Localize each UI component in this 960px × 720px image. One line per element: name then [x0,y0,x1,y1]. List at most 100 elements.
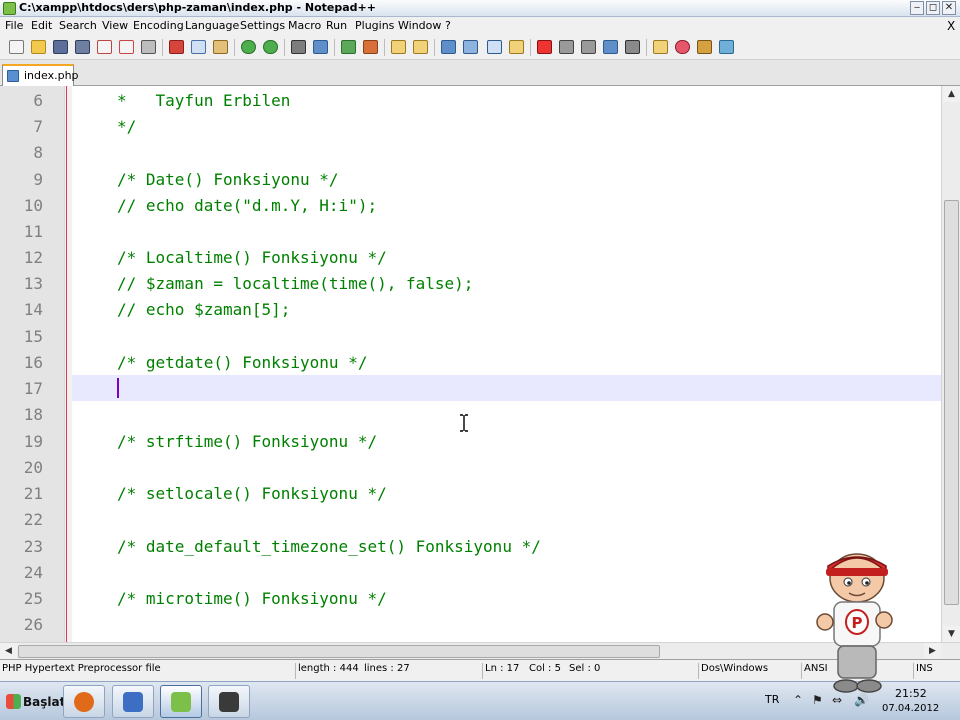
menu-file[interactable]: File [5,19,23,32]
status-file-type: PHP Hypertext Preprocessor file [2,663,161,674]
spell-check-icon[interactable] [719,40,734,54]
notepad-plus-plus-icon [171,692,191,712]
find-icon[interactable] [291,40,306,54]
line-number: 21 [23,484,43,503]
code-line: /* date_default_timezone_set() Fonksiyon… [117,537,541,556]
line-number: 12 [23,248,43,267]
minimize-button[interactable]: ‒ [910,1,924,15]
save-macro-icon[interactable] [625,40,640,54]
play-macro-icon[interactable] [581,40,596,54]
menu-settings[interactable]: Settings [240,19,285,32]
save-all-icon[interactable] [75,40,90,54]
scroll-down-arrow-icon[interactable]: ▼ [943,626,960,642]
code-line: /* getdate() Fonksiyonu */ [117,353,368,372]
paste-icon[interactable] [213,40,228,54]
cut-icon[interactable] [169,40,184,54]
save-icon[interactable] [53,40,68,54]
scroll-up-arrow-icon[interactable]: ▲ [943,86,960,102]
heart-icon[interactable] [675,40,690,54]
status-column: Col : 5 [529,663,561,674]
horizontal-scroll-thumb[interactable] [18,645,660,658]
menu-help[interactable]: ? [445,19,451,32]
print-icon[interactable] [141,40,156,54]
taskbar-notepad-plus-plus[interactable] [160,685,202,718]
taskbar-file-manager[interactable] [112,685,154,718]
menu-macro[interactable]: Macro [288,19,321,32]
clock-date[interactable]: 07.04.2012 [882,703,939,714]
title-bar: C:\xampp\htdocs\ders\php-zaman\index.php… [0,0,960,17]
windows-logo-icon [6,694,21,709]
line-number: 23 [23,537,43,556]
line-number: 16 [23,353,43,372]
code-line: // echo date("d.m.Y, H:i"); [117,196,378,215]
line-number: 25 [23,589,43,608]
vertical-scrollbar[interactable]: ▲ ▼ [941,86,960,642]
user-defined-language-icon[interactable] [509,40,524,54]
menu-language[interactable]: Language [185,19,239,32]
zoom-out-icon[interactable] [363,40,378,54]
line-number: 11 [23,222,43,241]
status-insert-mode: INS [913,663,933,679]
text-cursor-icon [460,414,468,432]
start-button[interactable]: Başlat [2,688,65,716]
close-all-icon[interactable] [119,40,134,54]
open-folder-icon[interactable] [31,40,46,54]
maximize-button[interactable]: ◻ [926,1,940,15]
line-number: 22 [23,510,43,529]
menu-edit[interactable]: Edit [31,19,52,32]
zoom-in-icon[interactable] [341,40,356,54]
code-line: /* strftime() Fonksiyonu */ [117,432,378,451]
text-caret [117,378,119,398]
code-line: */ [117,117,137,136]
close-file-icon[interactable] [97,40,112,54]
menu-bar: File Edit Search View Encoding Language … [0,17,960,35]
redo-icon[interactable] [263,40,278,54]
tab-strip: index.php [0,60,960,86]
line-number: 20 [23,458,43,477]
sync-horizontal-icon[interactable] [413,40,428,54]
replace-icon[interactable] [313,40,328,54]
line-number: 8 [33,143,43,162]
plugin-manager-icon[interactable] [697,40,712,54]
vertical-scroll-thumb[interactable] [944,200,959,605]
language-indicator[interactable]: TR [765,693,779,706]
scroll-right-arrow-icon[interactable]: ▶ [924,643,941,659]
menu-window[interactable]: Window [398,19,441,32]
status-line: Ln : 17 [482,663,519,679]
line-number: 17 [23,379,43,398]
tab-label: index.php [24,69,79,82]
line-number: 9 [33,170,43,189]
word-wrap-icon[interactable] [441,40,456,54]
line-number: 14 [23,300,43,319]
tab-index-php[interactable]: index.php [2,64,79,86]
close-document-button[interactable]: X [947,19,955,33]
show-hidden-icons-icon[interactable]: ⌃ [793,693,803,707]
indent-guide-icon[interactable] [487,40,502,54]
copy-icon[interactable] [191,40,206,54]
taskbar-video-recorder[interactable] [208,685,250,718]
code-line: /* Date() Fonksiyonu */ [117,170,339,189]
line-number: 10 [23,196,43,215]
menu-search[interactable]: Search [59,19,97,32]
close-button[interactable]: ✕ [942,1,956,15]
plugin-icon[interactable] [653,40,668,54]
taskbar-firefox[interactable] [63,685,105,718]
start-label: Başlat [23,695,66,709]
undo-icon[interactable] [241,40,256,54]
menu-view[interactable]: View [102,19,128,32]
code-line: // $zaman = localtime(time(), false); [117,274,474,293]
line-number: 18 [23,405,43,424]
menu-run[interactable]: Run [326,19,347,32]
show-all-characters-icon[interactable] [463,40,478,54]
stop-recording-icon[interactable] [559,40,574,54]
record-macro-icon[interactable] [537,40,552,54]
video-recorder-icon [219,692,239,712]
run-macro-multiple-icon[interactable] [603,40,618,54]
menu-plugins[interactable]: Plugins [355,19,394,32]
menu-encoding[interactable]: Encoding [133,19,184,32]
new-file-icon[interactable] [9,40,24,54]
sync-vertical-icon[interactable] [391,40,406,54]
code-line: /* microtime() Fonksiyonu */ [117,589,387,608]
scroll-left-arrow-icon[interactable]: ◀ [0,643,17,659]
current-line-highlight [72,375,941,401]
